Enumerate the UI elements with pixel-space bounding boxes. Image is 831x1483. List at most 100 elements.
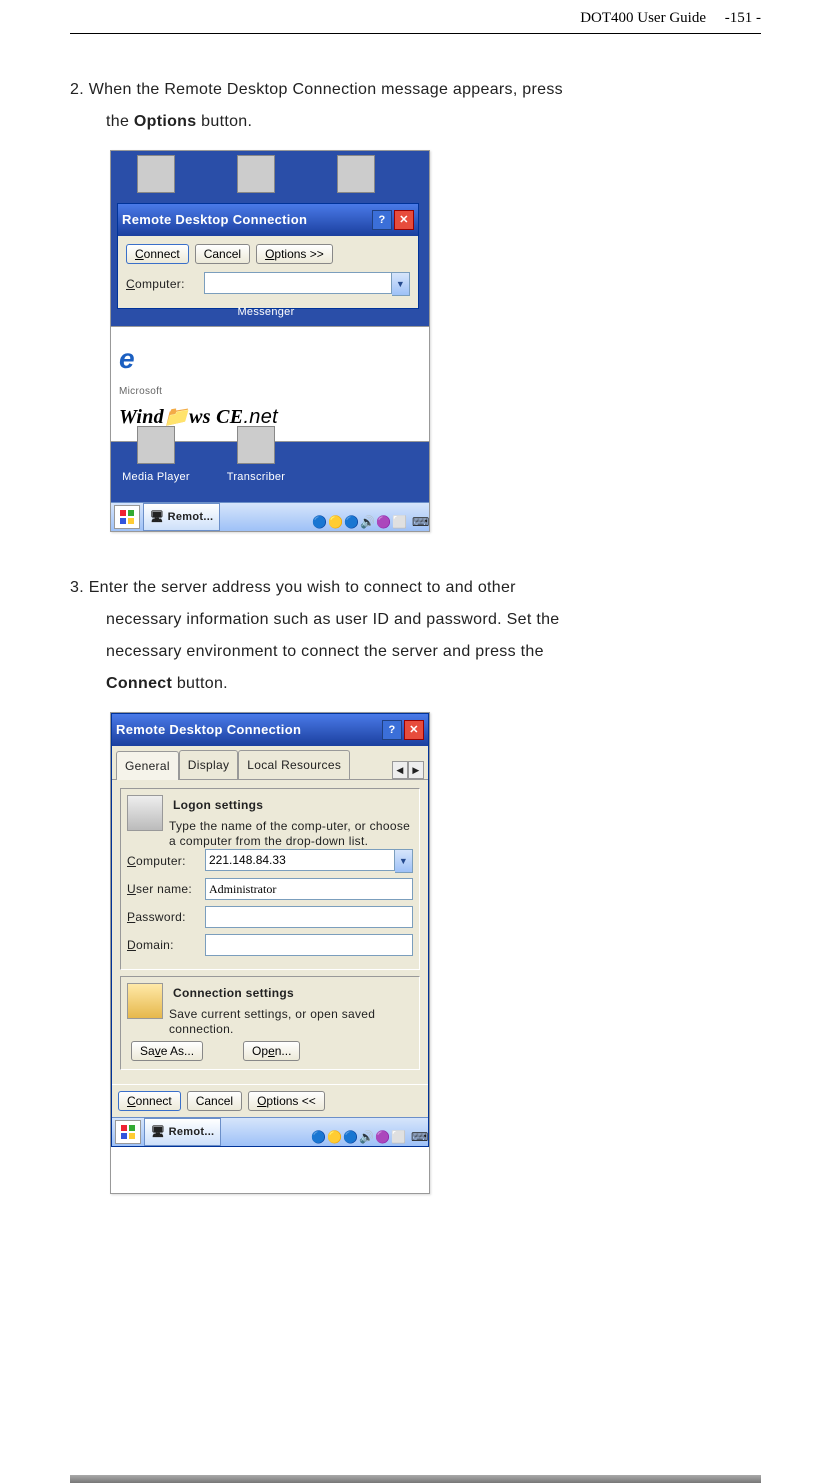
domain-input[interactable] [205,934,413,956]
dialog-title: Remote Desktop Connection [122,207,370,233]
computer-label: Computer: [127,849,199,873]
tab-scroll-right[interactable]: ▶ [408,761,424,779]
step-2: 2. When the Remote Desktop Connection me… [70,74,761,138]
windows-flag-icon [120,1124,136,1140]
generic-icon [137,155,175,193]
tab-strip: General Display Local Resources ◀ ▶ [112,746,428,780]
system-tray: 🔵 🟡 🔵 🔊 🟣 ⬜ ⌨ [311,1125,425,1139]
connect-button[interactable]: Connect [126,244,189,264]
domain-row: Domain: [127,933,413,957]
tray-icon[interactable]: ⬜ [392,510,406,524]
computer-combo: ▼ [204,272,410,296]
step-3-line2: necessary information such as user ID an… [106,604,761,636]
save-open-row: Save As... Open... [127,1041,413,1061]
username-label: User name: [127,877,199,901]
tab-general[interactable]: General [116,751,179,780]
step-3-number: 3. [70,579,84,596]
computer-input[interactable] [204,272,392,294]
tray-icon[interactable]: 🔵 [344,510,358,524]
general-panel: Logon settings Type the name of the comp… [112,780,428,1084]
mediaplayer-ico [137,426,175,464]
sip-icon[interactable]: ⌨ [412,510,426,524]
options-collapse-button[interactable]: Options << [248,1091,325,1111]
tab-local-resources[interactable]: Local Resources [238,750,350,779]
connection-settings-title: Connection settings [169,981,298,1005]
document-page: DOT400 User Guide -151 - 2. When the Rem… [0,0,831,1483]
footer-gradient [70,1475,761,1483]
tray-speaker-icon[interactable]: 🔊 [360,510,374,524]
screenshot-2: Remote Desktop Connection ? ✕ General Di… [110,712,430,1194]
computer-combo: ▼ [205,849,413,873]
help-button[interactable]: ? [382,720,402,740]
generic-icon [337,155,375,193]
password-row: Password: [127,905,413,929]
taskbar: 🖥 Remot... 🔵 🟡 🔵 🔊 🟣 ⬜ ⌨ [112,1117,428,1146]
page-number: -151 - [725,10,761,26]
rdc-dialog: Remote Desktop Connection ? ✕ Connect Ca… [117,203,419,309]
options-button[interactable]: Options >> [256,244,333,264]
ie-icon[interactable]: Internet Explorer [121,371,191,415]
taskbar-app-remote[interactable]: 🖥 Remot... [144,1118,221,1146]
computer-icon [127,795,163,831]
tray-icon[interactable]: 🔵 [343,1125,357,1139]
step-2-number: 2. [70,81,84,98]
rdc-taskbar-icon: 🖥 [150,511,164,523]
help-button[interactable]: ? [372,210,392,230]
dialog-titlebar[interactable]: Remote Desktop Connection ? ✕ [118,204,418,236]
body-content: 2. When the Remote Desktop Connection me… [70,74,761,1194]
tray-speaker-icon[interactable]: 🔊 [359,1125,373,1139]
dropdown-button[interactable]: ▼ [392,272,410,296]
password-input[interactable] [205,906,413,928]
close-button[interactable]: ✕ [394,210,414,230]
doc-title: DOT400 User Guide [580,10,706,26]
computer-input[interactable] [205,849,395,871]
header-rule [70,33,761,34]
tray-icon[interactable]: 🟡 [327,1125,341,1139]
computer-label: Computer: [126,272,198,296]
password-label: Password: [127,905,199,929]
rdc-dialog-expanded: Remote Desktop Connection ? ✕ General Di… [111,713,429,1147]
folder-icon [127,983,163,1019]
desktop-icon [221,155,291,195]
start-button[interactable] [114,505,140,529]
computer-row: Computer: ▼ [126,272,410,296]
dropdown-button[interactable]: ▼ [395,849,413,873]
desktop-icon [121,155,191,195]
tray-icon[interactable]: 🟣 [375,1125,389,1139]
sip-icon[interactable]: ⌨ [411,1125,425,1139]
computer-row: Computer: ▼ [127,849,413,873]
tray-icon[interactable]: 🔵 [312,510,326,524]
close-button[interactable]: ✕ [404,720,424,740]
step-3-line3: necessary environment to connect the ser… [106,636,761,668]
tray-icon[interactable]: ⬜ [391,1125,405,1139]
step-3-line4: Connect button. [106,668,761,700]
tray-icon[interactable]: 🟣 [376,510,390,524]
page-header: DOT400 User Guide -151 - [70,10,761,27]
start-button[interactable] [115,1120,141,1144]
connection-settings-desc: Save current settings, or open saved con… [169,1007,413,1037]
cancel-button[interactable]: Cancel [195,244,250,264]
messenger-label: Messenger [231,301,301,323]
tray-icon[interactable]: 🟡 [328,510,342,524]
dialog-titlebar[interactable]: Remote Desktop Connection ? ✕ [112,714,428,746]
tab-scroll: ◀ ▶ [392,761,424,779]
cancel-button[interactable]: Cancel [187,1091,242,1111]
logon-settings-group: Logon settings Type the name of the comp… [120,788,420,970]
transcriber-ico [237,426,275,464]
transcriber-icon[interactable]: Transcriber [221,426,291,488]
logon-settings-title: Logon settings [169,793,267,817]
connect-button[interactable]: Connect [118,1091,181,1111]
open-button[interactable]: Open... [243,1041,300,1061]
taskbar-app-remote[interactable]: 🖥 Remot... [143,503,220,531]
tab-display[interactable]: Display [179,750,238,779]
taskbar: 🖥 Remot... 🔵 🟡 🔵 🔊 🟣 ⬜ ⌨ [111,502,429,531]
windows-flag-icon [119,509,135,525]
save-as-button[interactable]: Save As... [131,1041,203,1061]
domain-label: Domain: [127,933,199,957]
generic-icon [237,155,275,193]
tray-icon[interactable]: 🔵 [311,1125,325,1139]
username-input[interactable] [205,878,413,900]
mediaplayer-icon[interactable]: Media Player [121,426,191,488]
mydocs-icon[interactable]: My Documents [221,371,291,415]
tab-scroll-left[interactable]: ◀ [392,761,408,779]
